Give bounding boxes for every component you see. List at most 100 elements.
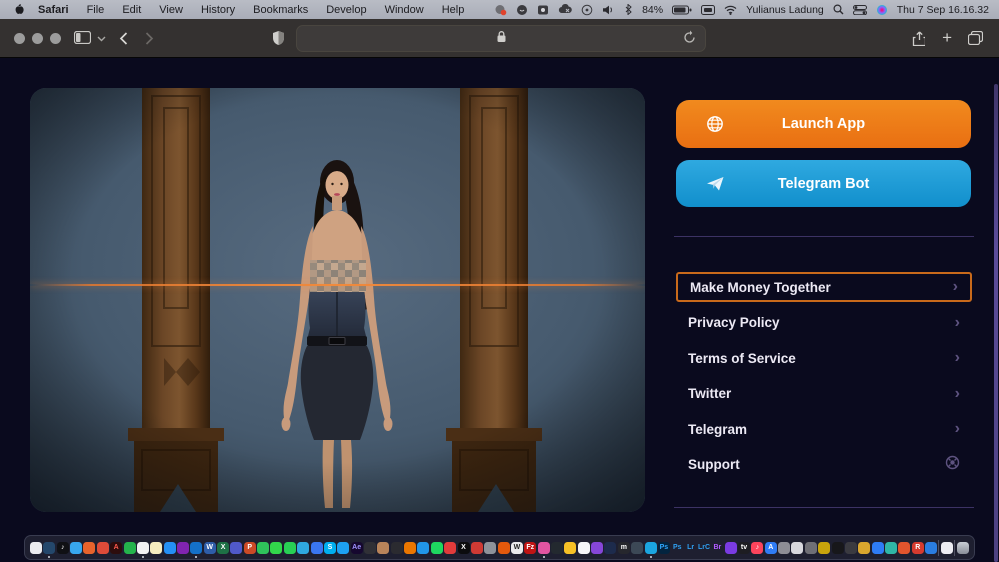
dock-icon-pages-gray[interactable] xyxy=(778,542,790,554)
dock-icon-vlc[interactable] xyxy=(404,542,416,554)
menu-item-make-money-together[interactable]: Make Money Together› xyxy=(676,272,972,302)
dock-icon-wikipedia[interactable]: W xyxy=(511,542,523,554)
dock-icon-browser-blue[interactable] xyxy=(43,542,55,554)
cloud-offline-icon[interactable] xyxy=(558,4,572,15)
menu-item-privacy-policy[interactable]: Privacy Policy› xyxy=(676,308,972,338)
dock-icon-garageband[interactable] xyxy=(391,542,403,554)
menubar-item-bookmarks[interactable]: Bookmarks xyxy=(244,4,317,16)
menu-item-support[interactable]: Support xyxy=(676,450,972,480)
sidebar-icon[interactable] xyxy=(74,31,91,44)
dock-icon-after-effects[interactable]: Ae xyxy=(351,542,363,554)
dock-icon-telegram-dock[interactable] xyxy=(297,542,309,554)
chevron-down-icon[interactable] xyxy=(97,36,106,42)
dock-icon-navy-app[interactable] xyxy=(604,542,616,554)
battery-icon[interactable] xyxy=(672,5,692,15)
menubar-item-develop[interactable]: Develop xyxy=(317,4,375,16)
menubar-item-help[interactable]: Help xyxy=(433,4,474,16)
dock-icon-settings[interactable] xyxy=(805,542,817,554)
dock-icon-facetime[interactable] xyxy=(270,542,282,554)
menu-item-telegram[interactable]: Telegram› xyxy=(676,414,972,444)
dock-icon-yellow-app[interactable] xyxy=(818,542,830,554)
dock-icon-ps-label[interactable]: Ps xyxy=(671,542,683,554)
assistant-icon[interactable] xyxy=(876,4,888,16)
dock-icon-lr-label[interactable]: Lr xyxy=(685,542,697,554)
dock-icon-photos-white[interactable] xyxy=(30,542,42,554)
dock-icon-window-app[interactable] xyxy=(631,542,643,554)
wifi-icon[interactable] xyxy=(724,5,737,15)
dock-icon-app-store[interactable]: A xyxy=(765,542,777,554)
menubar-username[interactable]: Yulianus Ladung xyxy=(746,4,824,16)
dock-icon-gdrive[interactable] xyxy=(564,542,576,554)
dock-icon-trash[interactable] xyxy=(957,542,969,554)
dock-icon-autodesk[interactable] xyxy=(498,542,510,554)
dock-icon-twitter[interactable] xyxy=(337,542,349,554)
dock-icon-tiktok[interactable]: ♪ xyxy=(57,542,69,554)
dock-icon-craft-app[interactable] xyxy=(377,542,389,554)
menubar-item-safari[interactable]: Safari xyxy=(29,4,78,16)
dock-icon-photoshop[interactable]: Ps xyxy=(658,542,670,554)
dock-icon-gray-app[interactable] xyxy=(484,542,496,554)
screen-record-badge-icon[interactable] xyxy=(494,3,507,16)
dock-icon-gradient-app[interactable] xyxy=(538,542,550,554)
dock-icon-dark-app[interactable] xyxy=(364,542,376,554)
menubar-item-file[interactable]: File xyxy=(78,4,114,16)
page-scrollbar[interactable] xyxy=(994,84,998,562)
dock-icon-antivirus-teal[interactable] xyxy=(885,542,897,554)
dock-icon-teams[interactable] xyxy=(230,542,242,554)
address-bar[interactable] xyxy=(296,25,706,52)
display-app-icon[interactable] xyxy=(537,4,549,16)
new-tab-icon[interactable]: + xyxy=(942,29,952,46)
dock-icon-red-grid-app[interactable] xyxy=(471,542,483,554)
dock-icon-numbers-green[interactable] xyxy=(257,542,269,554)
input-source-icon[interactable] xyxy=(701,5,715,15)
telegram-bot-button[interactable]: Telegram Bot xyxy=(676,160,971,207)
menubar-item-view[interactable]: View xyxy=(150,4,192,16)
dock-icon-chrome[interactable] xyxy=(97,542,109,554)
dock-icon-preview-doc[interactable] xyxy=(941,542,953,554)
dock-icon-outlook[interactable] xyxy=(190,542,202,554)
dock-icon-notes[interactable] xyxy=(150,542,162,554)
dock-icon-purple-app-2[interactable] xyxy=(725,542,737,554)
dock-icon-evernote[interactable] xyxy=(124,542,136,554)
zoom-window-button[interactable] xyxy=(50,33,61,44)
volume-icon[interactable] xyxy=(602,5,615,15)
menubar-item-edit[interactable]: Edit xyxy=(113,4,150,16)
tabs-overview-icon[interactable] xyxy=(968,31,983,45)
dock-icon-vimeo[interactable] xyxy=(645,542,657,554)
menubar-clock[interactable]: Thu 7 Sep 16.16.32 xyxy=(897,4,989,16)
shield-app-icon[interactable] xyxy=(516,4,528,16)
share-icon[interactable] xyxy=(912,31,925,46)
bluetooth-icon[interactable] xyxy=(624,4,633,15)
reload-icon[interactable] xyxy=(683,30,697,50)
dock-icon-x-app[interactable]: X xyxy=(458,542,470,554)
minimize-window-button[interactable] xyxy=(32,33,43,44)
spotlight-icon[interactable] xyxy=(833,4,844,15)
apple-menu-icon[interactable] xyxy=(12,3,25,16)
dock-icon-signal[interactable] xyxy=(311,542,323,554)
dock-icon-apple-music[interactable]: ♪ xyxy=(751,542,763,554)
dock-icon-onenote[interactable] xyxy=(177,542,189,554)
dock-icon-doc-app[interactable] xyxy=(791,542,803,554)
dock-icon-r-app[interactable]: R xyxy=(912,542,924,554)
dock-icon-calendar[interactable] xyxy=(137,542,149,554)
dock-icon-earth-app[interactable] xyxy=(925,542,937,554)
privacy-shield-icon[interactable] xyxy=(272,30,285,46)
dock-icon-github[interactable] xyxy=(551,542,563,554)
dock-icon-terminal[interactable] xyxy=(832,542,844,554)
dock-icon-firefox[interactable] xyxy=(83,542,95,554)
hotspot-icon[interactable] xyxy=(581,4,593,16)
forward-icon[interactable] xyxy=(145,32,154,45)
menubar-item-history[interactable]: History xyxy=(192,4,244,16)
dock-icon-whatsapp[interactable] xyxy=(284,542,296,554)
control-center-icon[interactable] xyxy=(853,5,867,15)
menu-item-terms-of-service[interactable]: Terms of Service› xyxy=(676,343,972,373)
dock-icon-orange-app[interactable] xyxy=(898,542,910,554)
dock-icon-mail[interactable] xyxy=(164,542,176,554)
menubar-item-window[interactable]: Window xyxy=(376,4,433,16)
launch-app-button[interactable]: Launch App xyxy=(676,100,971,148)
dock-icon-excel[interactable]: X xyxy=(217,542,229,554)
dock-icon-skype[interactable]: S xyxy=(324,542,336,554)
dock-icon-spotify[interactable] xyxy=(431,542,443,554)
dock-icon-bluetooth-app[interactable] xyxy=(872,542,884,554)
dock-icon-acrobat[interactable]: A xyxy=(110,542,122,554)
